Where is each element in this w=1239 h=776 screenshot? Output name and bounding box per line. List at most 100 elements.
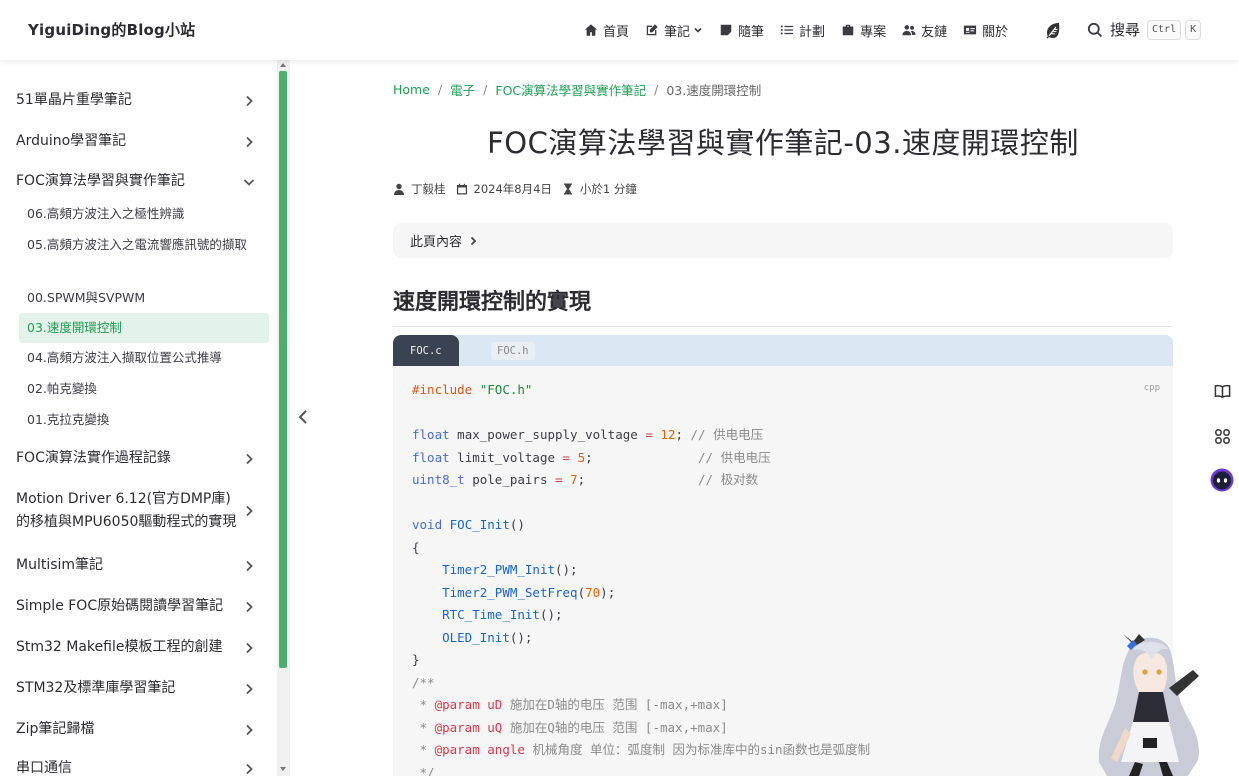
theme-toggle-icon[interactable] <box>1044 21 1062 39</box>
collapse-sidebar-button[interactable] <box>296 408 312 428</box>
meta-read-time: 小於1 分鐘 <box>562 181 637 197</box>
meta-date: 2024年8月4日 <box>456 181 552 197</box>
code-token: limit_voltage <box>457 449 556 465</box>
code-token: max_power_supply_voltage <box>457 427 638 442</box>
code-tab-foc-c[interactable]: FOC.c <box>393 335 459 366</box>
nav-item-plans[interactable]: 計劃 <box>780 21 825 40</box>
chevron-right-icon <box>246 683 253 694</box>
sidebar-item-foc-notes[interactable]: FOC演算法學習與實作筆記 <box>16 170 264 193</box>
code-token: RTC_Time_Init <box>442 607 540 622</box>
nav-item-label: 專案 <box>860 24 887 40</box>
sidebar-item-label: Zip筆記歸檔 <box>16 721 95 737</box>
apps-icon <box>1214 428 1230 444</box>
nav-item-about[interactable]: 關於 <box>963 21 1008 40</box>
breadcrumb: Home / 電子 / FOC演算法學習與實作筆記 / 03.速度開環控制 <box>393 80 761 99</box>
sidebar-item-label: FOC演算法實作過程記錄 <box>16 450 171 466</box>
code-token: Timer2_PWM_SetFreq <box>442 584 578 600</box>
sidebar-subitem[interactable]: 02.帕克變換 <box>19 378 269 400</box>
chevron-left-icon <box>298 410 307 424</box>
code-token: uD <box>487 697 503 712</box>
chevron-right-icon <box>246 95 253 106</box>
nav-item-notes[interactable]: 筆記 <box>645 21 703 40</box>
code-token: void <box>412 517 443 532</box>
code-token: 机械角度 单位：弧度制 因为标准库中的sin函数也是弧度制 <box>532 742 871 757</box>
page-title: FOC演算法學習與實作筆記-03.速度開環控制 <box>487 126 1079 160</box>
breadcrumb-foc-notes[interactable]: FOC演算法學習與實作筆記 <box>495 80 646 99</box>
meta-author[interactable]: 丁毅桂 <box>393 181 446 197</box>
section-heading: 速度開環控制的實現 <box>393 284 1173 327</box>
code-lang-label: cpp <box>1143 383 1160 393</box>
sidebar-subitem[interactable]: 05.高頻方波注入之電流響應訊號的擷取 <box>19 234 269 256</box>
sidebar-item-label: STM32及標準庫學習筆記 <box>16 680 176 696</box>
sidebar-item-label: 51單晶片重學筆記 <box>16 92 132 108</box>
nav-item-label: 首頁 <box>603 24 630 40</box>
sidebar-item-51mcu[interactable]: 51單晶片重學筆記 <box>16 89 264 112</box>
code-token: @param <box>434 697 480 712</box>
code-token: 12 <box>660 427 676 442</box>
breadcrumb-separator: / <box>654 82 659 97</box>
sidebar-item-arduino[interactable]: Arduino學習筆記 <box>16 130 264 153</box>
code-token: 5 <box>577 449 586 465</box>
hourglass-icon <box>563 183 572 195</box>
reading-mode-button[interactable] <box>1208 377 1236 405</box>
main-nav: 首頁 筆記 隨筆 計劃 專案 友鏈 關於 <box>584 18 1024 42</box>
kbd-ctrl: Ctrl <box>1147 19 1182 40</box>
chevron-down-icon <box>243 178 255 186</box>
site-title[interactable]: YiguiDing的Blog小站 <box>28 19 195 40</box>
code-token: "FOC.h" <box>479 382 533 397</box>
sidebar-item-motion-driver[interactable]: Motion Driver 6.12(官方DMP庫)的移植與MPU6050驅動程… <box>16 488 264 534</box>
code-token: 70 <box>585 584 601 600</box>
apps-button[interactable] <box>1208 422 1236 450</box>
sidebar: 51單晶片重學筆記 Arduino學習筆記 FOC演算法學習與實作筆記 06.高… <box>0 60 277 776</box>
list-icon <box>780 25 794 35</box>
sidebar-item-label: Arduino學習筆記 <box>16 133 127 149</box>
code-token: */ <box>412 764 435 776</box>
sidebar-subitem[interactable]: 00.SPWM與SVPWM <box>19 287 269 309</box>
code-block: FOC.c FOC.h cpp #include "FOC.h" float ma… <box>393 335 1173 776</box>
sidebar-subitem-active[interactable]: 03.速度開環控制 <box>19 313 269 343</box>
sidebar-scrollbar-thumb[interactable] <box>279 71 287 668</box>
nav-item-label: 隨筆 <box>738 24 765 40</box>
toc-toggle[interactable]: 此頁內容 <box>393 223 1173 258</box>
calendar-icon <box>456 183 467 195</box>
nav-item-projects[interactable]: 專案 <box>841 21 886 40</box>
breadcrumb-electronics[interactable]: 電子 <box>450 80 475 99</box>
code-token: 施加在Q轴的电压 范围 [-max,+max] <box>509 719 728 735</box>
sidebar-item-stm32-makefile[interactable]: Stm32 Makefile模板工程的創建 <box>16 636 264 659</box>
sidebar-item-stm32-stdlib[interactable]: STM32及標準庫學習筆記 <box>16 677 264 700</box>
breadcrumb-current: 03.速度開環控制 <box>666 83 762 98</box>
nav-item-home[interactable]: 首頁 <box>584 21 629 40</box>
code-token: // 供电电压 <box>698 449 771 465</box>
nav-item-essays[interactable]: 隨筆 <box>719 21 764 40</box>
search-label: 搜尋 <box>1110 21 1141 39</box>
toc-label: 此頁內容 <box>410 235 463 250</box>
chat-bot-button[interactable] <box>1208 466 1236 494</box>
sidebar-item-multisim[interactable]: Multisim筆記 <box>16 554 264 577</box>
sidebar-item-serial[interactable]: 串口通信 <box>16 757 264 776</box>
sidebar-item-label: 串口通信 <box>16 760 72 776</box>
code-token: pole_pairs <box>472 472 548 487</box>
code-token: OLED_Init <box>442 629 510 645</box>
code-token: @param <box>434 742 480 757</box>
nav-item-friends[interactable]: 友鏈 <box>902 21 947 40</box>
id-card-icon <box>963 25 977 35</box>
note-icon <box>720 24 732 36</box>
sidebar-item-simplefoc[interactable]: Simple FOC原始碼閱讀學習筆記 <box>16 595 264 618</box>
mascot-character-image[interactable] <box>1085 628 1205 776</box>
search-button[interactable]: 搜尋 Ctrl K <box>1087 19 1205 40</box>
code-token: 7 <box>570 472 578 487</box>
code-tab-foc-h[interactable]: FOC.h <box>474 335 552 366</box>
sidebar-subitem[interactable]: 04.高頻方波注入擷取位置公式推導 <box>19 347 269 369</box>
scroll-up-arrow-icon[interactable] <box>280 63 286 67</box>
sidebar-subitem[interactable]: 01.克拉克變換 <box>19 409 269 431</box>
sidebar-subitem[interactable]: 06.高頻方波注入之極性辨識 <box>19 203 269 225</box>
sidebar-item-zip[interactable]: Zip筆記歸檔 <box>16 718 264 741</box>
breadcrumb-home[interactable]: Home <box>393 82 430 97</box>
code-token: 施加在D轴的电压 范围 [-max,+max] <box>509 697 728 712</box>
nav-item-label: 關於 <box>982 24 1009 40</box>
sidebar-item-foc-impl[interactable]: FOC演算法實作過程記錄 <box>16 447 264 470</box>
search-icon <box>1087 22 1103 37</box>
scroll-down-arrow-icon[interactable] <box>280 767 286 771</box>
chevron-right-icon <box>246 453 253 464</box>
code-token: uQ <box>487 719 503 735</box>
